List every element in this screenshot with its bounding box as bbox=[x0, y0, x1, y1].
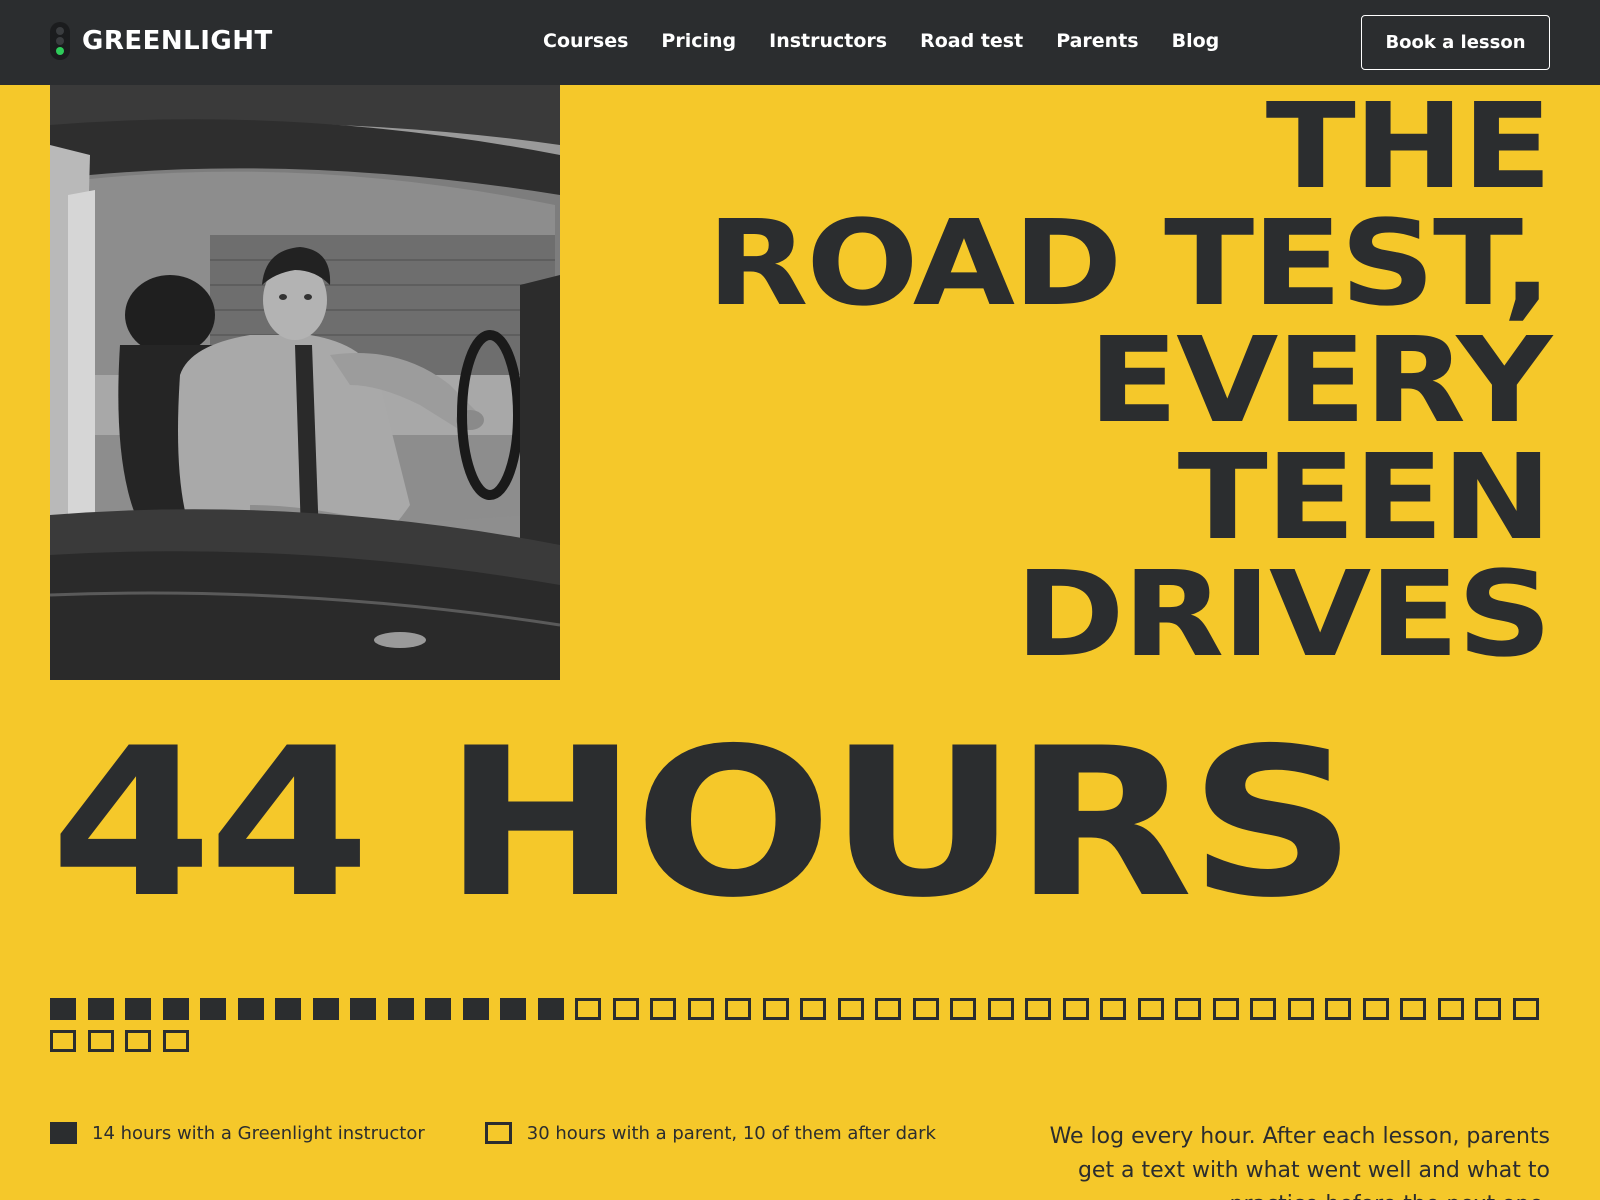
headline-line: DRIVES bbox=[1015, 545, 1552, 683]
nav-link-road-test[interactable]: Road test bbox=[920, 30, 1023, 52]
legend-parent-label: 30 hours with a parent, 10 of them after… bbox=[526, 1122, 936, 1144]
nav-link-courses[interactable]: Courses bbox=[543, 30, 628, 52]
hour-square-instructor bbox=[312, 998, 339, 1020]
hour-square-instructor bbox=[462, 998, 489, 1020]
hour-square-instructor bbox=[425, 998, 451, 1020]
hour-square-parent bbox=[1137, 998, 1164, 1020]
hour-square-parent bbox=[1287, 998, 1314, 1020]
hour-square-instructor bbox=[350, 998, 376, 1020]
headline-line: ROAD TEST, bbox=[706, 194, 1553, 332]
headline-line: TEEN bbox=[1177, 428, 1553, 566]
hour-square-parent bbox=[1437, 998, 1464, 1020]
hour-square-parent bbox=[1250, 998, 1276, 1020]
hour-square-parent bbox=[50, 1030, 76, 1052]
hour-square-parent bbox=[612, 998, 639, 1020]
top-nav: GREENLIGHT Courses Pricing Instructors R… bbox=[0, 0, 1600, 85]
hour-square-parent bbox=[1062, 998, 1089, 1020]
hour-square-parent bbox=[912, 998, 939, 1020]
hour-square-parent bbox=[1212, 998, 1239, 1020]
legend-parent: 30 hours with a parent, 10 of them after… bbox=[484, 1122, 936, 1144]
legend-instructor: 14 hours with a Greenlight instructor bbox=[50, 1122, 425, 1144]
traffic-light-icon bbox=[50, 22, 70, 60]
hour-square-parent bbox=[1475, 998, 1501, 1020]
hour-square-instructor bbox=[87, 998, 114, 1020]
hour-square-parent bbox=[162, 1030, 189, 1052]
nav-link-blog[interactable]: Blog bbox=[1172, 30, 1220, 52]
hours-legend: 14 hours with a Greenlight instructor 30… bbox=[50, 1122, 996, 1144]
hour-square-parent bbox=[762, 998, 789, 1020]
hour-square-parent bbox=[125, 1030, 151, 1052]
headline-line: EVERY bbox=[1088, 311, 1552, 449]
legend-instructor-label: 14 hours with a Greenlight instructor bbox=[92, 1122, 425, 1144]
hour-square-parent bbox=[1362, 998, 1389, 1020]
hero-headline: THE ROAD TEST, EVERY TEEN DRIVES bbox=[430, 77, 1553, 683]
hour-square-parent bbox=[650, 998, 676, 1020]
hour-square-parent bbox=[1325, 998, 1351, 1020]
hour-square-parent bbox=[875, 998, 901, 1020]
hour-square-parent bbox=[1025, 998, 1051, 1020]
hour-square-parent bbox=[1100, 998, 1126, 1020]
brand-logo[interactable]: GREENLIGHT bbox=[50, 22, 273, 60]
nav-link-instructors[interactable]: Instructors bbox=[769, 30, 887, 52]
hour-square-instructor bbox=[537, 998, 564, 1020]
brand-name: GREENLIGHT bbox=[82, 26, 273, 56]
hour-square-parent bbox=[575, 998, 601, 1020]
hours-progress-grid bbox=[50, 998, 1570, 1052]
hour-square-parent bbox=[1512, 998, 1539, 1020]
hour-square-instructor bbox=[237, 998, 264, 1020]
nav-links: Courses Pricing Instructors Road test Pa… bbox=[543, 30, 1252, 52]
hour-square-parent bbox=[725, 998, 751, 1020]
hour-square-parent bbox=[1175, 998, 1201, 1020]
hours-stat: 44 HOURS bbox=[50, 705, 1357, 943]
hour-square-parent bbox=[987, 998, 1014, 1020]
filled-square-icon bbox=[50, 1122, 77, 1144]
nav-link-parents[interactable]: Parents bbox=[1056, 30, 1138, 52]
nav-link-pricing[interactable]: Pricing bbox=[661, 30, 736, 52]
hour-square-instructor bbox=[125, 998, 151, 1020]
hour-square-instructor bbox=[162, 998, 189, 1020]
hour-square-instructor bbox=[387, 998, 414, 1020]
hour-square-instructor bbox=[275, 998, 301, 1020]
hour-square-parent bbox=[1400, 998, 1426, 1020]
hours-description: We log every hour. After each lesson, pa… bbox=[1049, 1124, 1550, 1200]
hour-square-parent bbox=[837, 998, 864, 1020]
hour-square-instructor bbox=[50, 998, 76, 1020]
hour-square-parent bbox=[687, 998, 714, 1020]
hour-square-parent bbox=[87, 1030, 114, 1052]
empty-square-icon bbox=[484, 1122, 512, 1144]
hour-square-parent bbox=[950, 998, 976, 1020]
hour-square-instructor bbox=[200, 998, 226, 1020]
hour-square-parent bbox=[800, 998, 826, 1020]
hour-square-instructor bbox=[500, 998, 526, 1020]
headline-line: THE bbox=[1265, 77, 1553, 215]
book-lesson-button[interactable]: Book a lesson bbox=[1361, 15, 1550, 70]
